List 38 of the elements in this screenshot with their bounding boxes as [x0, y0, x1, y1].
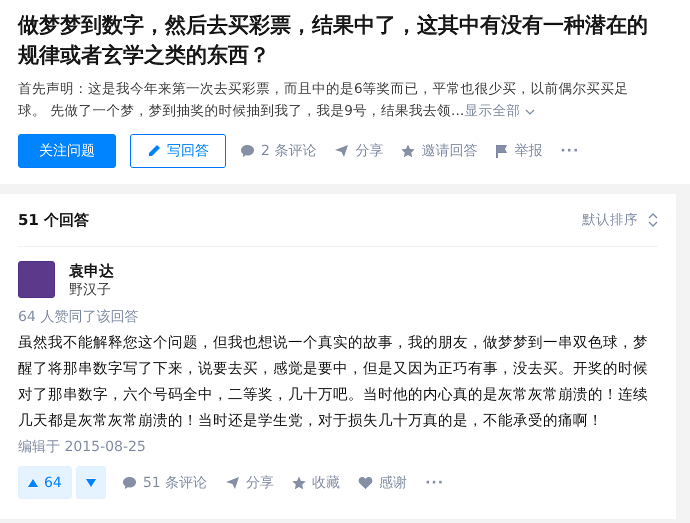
edit-date: 编辑于 2015-08-25 — [18, 438, 147, 456]
collect-button[interactable]: 收藏 — [292, 474, 340, 492]
question-title: 做梦梦到数字，然后去买彩票，结果中了，这其中有没有一种潜在的规律或者玄学之类的东西？ — [18, 12, 649, 69]
upvote-button[interactable]: 64 — [18, 466, 72, 499]
flag-icon — [495, 144, 508, 158]
triangle-down-icon — [86, 478, 96, 486]
answer-count: 51 个回答 — [18, 210, 90, 230]
paper-plane-icon — [225, 476, 240, 490]
star-icon — [292, 476, 306, 490]
answer-body: 虽然我不能解释您这个问题，但我也想说一个真实的故事，我的朋友，做梦梦到一串双色球，梦醒了将那串数字写了下来，说要去买，感觉是要中，但是又因为正巧有事，没去买。开奖的时候对了那串数字，六个号码全中，二等奖，几十万吧。当时他的内心真的是灰常灰常崩溃的！连续几天都是灰常灰常崩溃的！当时还是学生党，对于损失几十万真的是，不能承受的痛啊！ — [18, 334, 649, 431]
show-all-link[interactable]: 显示全部 — [464, 100, 535, 122]
pencil-icon — [147, 144, 161, 158]
comment-button[interactable]: 2 条评论 — [240, 142, 316, 160]
more-button[interactable]: ··· — [560, 143, 580, 159]
comment-button[interactable]: 51 条评论 — [122, 474, 208, 492]
downvote-button[interactable] — [76, 466, 106, 499]
star-icon — [401, 144, 416, 158]
more-button[interactable]: ··· — [425, 474, 444, 490]
upvote-summary: 64 人赞同了该回答 — [18, 308, 140, 326]
avatar-placeholder — [18, 261, 55, 298]
sort-dropdown[interactable]: 默认排序 — [582, 211, 658, 229]
sort-chevrons-icon — [648, 213, 658, 227]
question-excerpt: 首先声明：这是我今年来第一次去买彩票，而且中的是6等奖而已，平常也很少买，以前偶尔买买足球。 先做了一个梦，梦到抽奖的时候抽到我了，我是9号，结果我去领…显示全部 — [18, 78, 646, 122]
report-button[interactable]: 举报 — [495, 142, 542, 160]
share-button[interactable]: 分享 — [225, 474, 274, 492]
triangle-up-icon — [28, 478, 38, 486]
heart-icon — [358, 476, 374, 490]
thanks-button[interactable]: 感谢 — [358, 474, 408, 492]
speech-bubble-icon — [122, 476, 137, 490]
author-bio: 野汉子 — [69, 281, 112, 299]
follow-button[interactable]: 关注问题 — [18, 134, 116, 168]
paper-plane-icon — [334, 144, 350, 158]
write-answer-button[interactable]: 写回答 — [130, 134, 226, 168]
author-name[interactable]: 袁申达 — [69, 261, 114, 281]
chevron-down-icon — [524, 109, 535, 115]
invite-button[interactable]: 邀请回答 — [401, 142, 478, 160]
speech-bubble-icon — [240, 144, 255, 158]
share-button[interactable]: 分享 — [334, 142, 384, 160]
